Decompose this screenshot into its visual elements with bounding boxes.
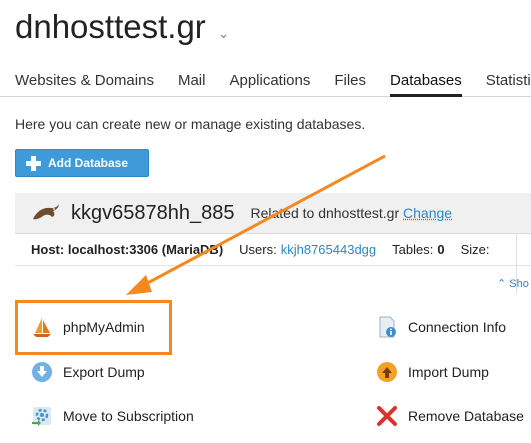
site-title: dnhosttest.gr	[15, 8, 206, 45]
size-label: Size:	[460, 242, 490, 257]
intro-text: Here you can create new or manage existi…	[15, 116, 366, 132]
change-link[interactable]: Change	[403, 205, 452, 221]
show-more-link[interactable]: ⌃ Sho	[497, 277, 529, 290]
main-tabs: Websites & Domains Mail Applications Fil…	[0, 64, 531, 97]
users-label: Users:	[239, 242, 277, 257]
related-domain: Related to dnhosttest.gr Change	[250, 205, 453, 221]
add-database-button[interactable]: Add Database	[15, 149, 149, 177]
import-dump-label: Import Dump	[408, 364, 489, 380]
export-dump-button[interactable]: Export Dump	[31, 361, 145, 383]
import-dump-button[interactable]: Import Dump	[376, 361, 489, 383]
connection-info-icon	[379, 316, 396, 338]
remove-database-label: Remove Database	[408, 408, 524, 424]
database-header: kkgv65878hh_885 Related to dnhosttest.gr…	[15, 193, 531, 234]
download-icon	[32, 362, 52, 382]
database-info-row: Host: localhost:3306 (MariaDB) Users: kk…	[15, 234, 531, 266]
connection-info-button[interactable]: Connection Info	[376, 316, 506, 338]
tab-statistics[interactable]: Statisti	[486, 64, 531, 97]
database-name: kkgv65878hh_885	[71, 201, 235, 224]
plus-icon	[26, 155, 41, 171]
phpmyadmin-button[interactable]: phpMyAdmin	[31, 316, 145, 338]
export-dump-label: Export Dump	[63, 364, 145, 380]
tab-files[interactable]: Files	[334, 64, 366, 97]
upload-icon	[377, 362, 397, 382]
tab-applications[interactable]: Applications	[229, 64, 310, 97]
phpmyadmin-sailboat-icon	[33, 318, 51, 337]
move-to-subscription-button[interactable]: Move to Subscription	[31, 405, 194, 427]
tab-mail[interactable]: Mail	[178, 64, 206, 97]
connection-info-label: Connection Info	[408, 319, 507, 335]
tables-label: Tables:	[392, 242, 434, 257]
tables-count: 0	[437, 242, 445, 257]
remove-x-icon	[377, 406, 397, 426]
move-to-subscription-label: Move to Subscription	[63, 408, 194, 424]
tab-databases[interactable]: Databases	[390, 64, 462, 97]
tab-websites-domains[interactable]: Websites & Domains	[15, 64, 154, 97]
chevron-down-icon[interactable]: ⌄	[218, 25, 230, 42]
add-database-label: Add Database	[48, 156, 129, 170]
mariadb-seal-icon	[33, 204, 59, 220]
remove-database-button[interactable]: Remove Database	[376, 405, 524, 427]
move-subscription-gear-icon	[32, 407, 51, 426]
phpmyadmin-label: phpMyAdmin	[63, 319, 145, 335]
page-title: dnhosttest.gr ⌄	[15, 8, 230, 46]
host-info: Host: localhost:3306 (MariaDB)	[31, 242, 224, 257]
users-link[interactable]: kkjh8765443dgg	[281, 242, 376, 257]
